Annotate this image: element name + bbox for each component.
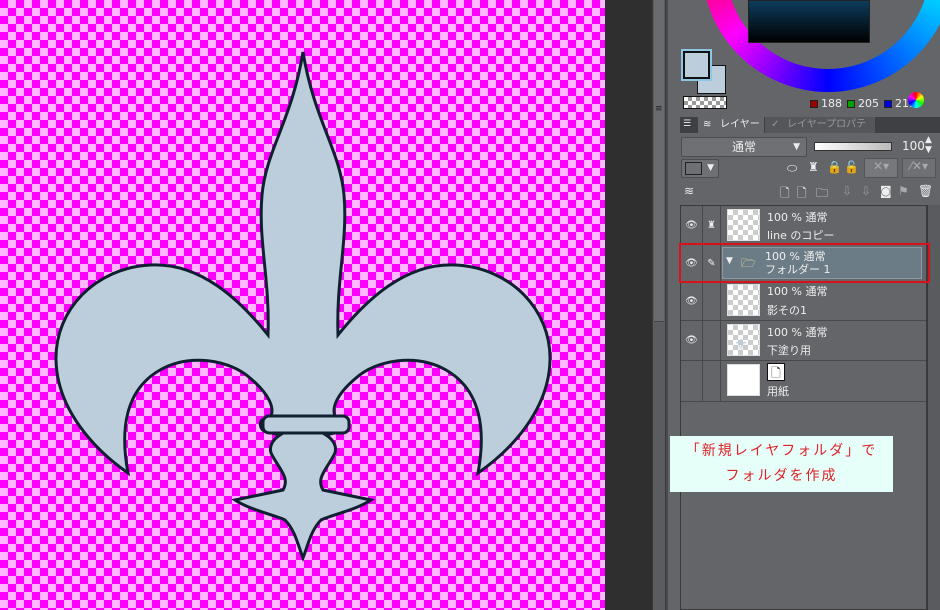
main-color-swatch[interactable]	[681, 49, 712, 81]
layer-opacity-mode: 100 % 通常	[767, 326, 828, 339]
layer-color-button[interactable]: ▼	[681, 159, 719, 178]
rgb-readout: 188 205 219	[810, 97, 916, 110]
annotation-line-2: フォルダを作成	[725, 468, 838, 484]
layer-name: 下塗り用	[767, 344, 811, 357]
tab-layer-property[interactable]: ✓レイヤープロパティ	[765, 117, 875, 146]
layer-stack-icon: ≋	[684, 184, 695, 198]
opacity-stepper-icon[interactable]: ▲ ▼	[925, 135, 932, 155]
scrollbar-thumb[interactable]	[654, 0, 664, 322]
red-icon	[810, 99, 818, 108]
new-folder-icon[interactable]: 🗀	[816, 184, 828, 205]
layer-thumbnail: ⚜	[727, 324, 760, 356]
layer-name: 用紙	[767, 385, 789, 398]
transparent-color-swatch[interactable]	[683, 96, 727, 109]
chevron-down-icon: ▼	[707, 163, 714, 173]
canvas-vertical-scrollbar[interactable]: ≡	[652, 0, 666, 610]
drawing-canvas[interactable]	[0, 0, 605, 610]
color-settings-icon[interactable]	[908, 92, 924, 108]
eye-slot[interactable]	[681, 361, 703, 401]
trash-icon[interactable]: 🗑	[918, 184, 933, 198]
pen-slot[interactable]	[703, 361, 721, 401]
layer-name: line のコピー	[767, 229, 835, 242]
layer-thumbnail	[727, 364, 760, 396]
clip-icon[interactable]: ⬭	[787, 161, 797, 176]
pen-slot[interactable]	[703, 283, 721, 320]
layer-row-paper[interactable]: 🗋 用紙	[681, 361, 926, 402]
new-vector-layer-icon[interactable]: 🗋	[797, 184, 807, 205]
layer-color-swatch	[685, 162, 702, 175]
opacity-value[interactable]: 100	[902, 139, 925, 153]
lock-icon[interactable]: 🔒	[827, 160, 842, 174]
reference-icon[interactable]: ♜	[808, 160, 819, 174]
reference-layer-icon[interactable]: ♜	[703, 206, 721, 244]
blend-mode-value: 通常	[731, 140, 756, 154]
eye-icon[interactable]: 👁	[681, 206, 703, 244]
layer-row[interactable]: 👁 ⚜ 100 % 通常 下塗り用	[681, 321, 926, 361]
lock-transparency-icon[interactable]: 🔓	[844, 160, 859, 174]
annotation-line-1: 「新規レイヤフォルダ」で	[685, 443, 878, 459]
layer-thumbnail	[727, 209, 760, 241]
chevron-down-icon: ▼	[793, 142, 800, 152]
blend-mode-select[interactable]: 通常 ▼	[681, 137, 807, 157]
green-value: 205	[858, 97, 879, 110]
layer-stack-icon: ≋	[703, 119, 712, 130]
green-icon	[847, 99, 855, 108]
red-value: 188	[821, 97, 842, 110]
eye-icon[interactable]: 👁	[681, 321, 703, 360]
merge-down-icon[interactable]: ⇩	[842, 184, 852, 198]
paper-icon: 🗋	[767, 363, 785, 381]
mask-icon[interactable]: ◙	[880, 184, 892, 198]
panel-menu-icon[interactable]: ☰	[683, 119, 691, 129]
grip-icon: ≡	[655, 104, 663, 114]
annotation-callout: 「新規レイヤフォルダ」で フォルダを作成	[670, 436, 893, 492]
transfer-icon[interactable]: ⇩	[861, 184, 871, 198]
clear-icon[interactable]: ⚑	[898, 184, 909, 198]
tab-label: レイヤー	[720, 119, 760, 130]
saturation-value-square[interactable]	[748, 0, 870, 43]
mask-menu-button[interactable]: ✕▾	[864, 158, 898, 178]
opacity-slider[interactable]	[814, 142, 892, 151]
layer-name: 影その1	[767, 304, 807, 317]
eye-icon[interactable]: 👁	[681, 283, 703, 320]
new-raster-layer-icon[interactable]: 🗋	[780, 184, 790, 205]
check-icon: ✓	[771, 119, 780, 130]
fleur-de-lis-artwork	[54, 51, 552, 563]
highlight-box	[679, 243, 930, 283]
layer-thumbnail	[727, 284, 760, 316]
ruler-menu-button[interactable]: ⁄✕▾	[902, 158, 936, 178]
right-panel: 188 205 219 ☰ ≋ レイヤー ✓レイヤープロパティ 通常 ▼ 100 ▲…	[666, 0, 940, 610]
layer-opacity-mode: 100 % 通常	[767, 211, 828, 224]
tab-layer[interactable]: ≋ レイヤー	[698, 117, 764, 133]
blue-icon	[884, 99, 892, 108]
panel-tabs: ☰ ≋ レイヤー ✓レイヤープロパティ	[680, 117, 940, 146]
layer-row[interactable]: 👁 ♜ 100 % 通常 line のコピー	[681, 206, 926, 245]
layer-row[interactable]: 👁 100 % 通常 影その1	[681, 283, 926, 321]
pen-slot[interactable]	[703, 321, 721, 360]
layer-opacity-mode: 100 % 通常	[767, 285, 828, 298]
